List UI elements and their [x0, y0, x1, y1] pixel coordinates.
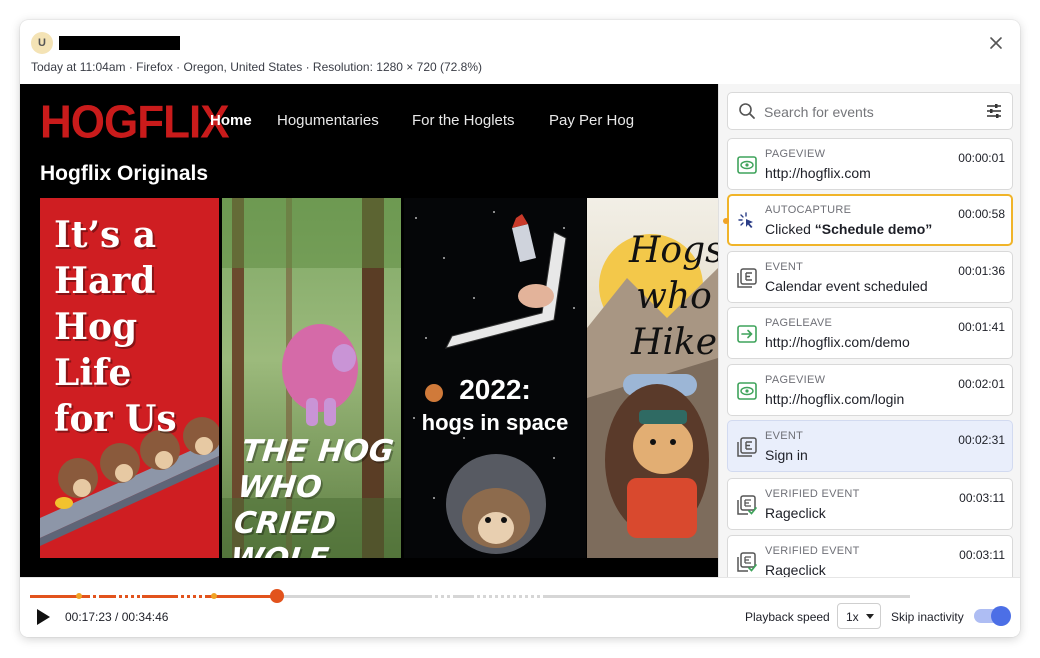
- event-label: http://hogflix.com/demo: [765, 334, 910, 350]
- event-time: 00:00:58: [958, 207, 1005, 221]
- skip-inactivity-toggle[interactable]: [974, 606, 1011, 626]
- event-type: PAGEVIEW: [765, 374, 826, 386]
- redacted-user-name: [59, 36, 180, 50]
- poster-title: Hogs who Hike: [629, 230, 718, 363]
- event-type: EVENT: [765, 430, 804, 442]
- eye-icon: [737, 156, 757, 174]
- playback-speed-select[interactable]: 1x: [837, 603, 881, 629]
- event-item-selected[interactable]: EVENT Sign in 00:02:31: [727, 420, 1013, 472]
- event-label-strong: “Schedule demo”: [814, 221, 933, 237]
- nav-hogumentaries[interactable]: Hogumentaries: [277, 112, 379, 129]
- poster-title: THE HOG WHO CRIED WOLF: [229, 434, 396, 558]
- event-type: VERIFIED EVENT: [765, 488, 860, 500]
- nav-home[interactable]: Home: [210, 112, 252, 129]
- playback-time: 00:17:23 / 00:34:46: [65, 610, 169, 624]
- toggle-thumb: [991, 606, 1011, 626]
- event-label: Clicked “Schedule demo”: [765, 221, 933, 237]
- recording-modal: U Today at 11:04am · Firefox · Oregon, U…: [20, 20, 1020, 637]
- filter-settings-icon[interactable]: [985, 102, 1003, 120]
- page-leave-icon: [737, 325, 757, 343]
- event-label: http://hogflix.com: [765, 165, 871, 181]
- recording-header: U Today at 11:04am · Firefox · Oregon, U…: [20, 20, 1020, 84]
- poster-hogs-in-space[interactable]: 2022: hogs in space: [404, 198, 586, 558]
- search-input[interactable]: [764, 102, 974, 122]
- event-time: 00:03:11: [959, 491, 1005, 505]
- event-item[interactable]: VERIFIED EVENT Rageclick 00:03:11: [727, 478, 1013, 530]
- playback-speed-value: 1x: [846, 610, 859, 624]
- replay-viewport[interactable]: HOGFLIX Home Hogumentaries For the Hogle…: [20, 84, 718, 577]
- skip-inactivity-label: Skip inactivity: [891, 610, 964, 624]
- event-time: 00:01:41: [958, 320, 1005, 334]
- play-icon[interactable]: [35, 608, 51, 626]
- poster-hard-hog-life[interactable]: It’s a Hard Hog Life for Us: [40, 198, 219, 558]
- event-type: AUTOCAPTURE: [765, 204, 852, 216]
- event-label: Calendar event scheduled: [765, 278, 928, 294]
- inactivity-segment: [90, 595, 100, 598]
- session-meta: Today at 11:04am · Firefox · Oregon, Uni…: [31, 60, 483, 74]
- cursor-click-icon: [738, 212, 753, 228]
- verified-event-icon: [737, 552, 757, 572]
- event-item[interactable]: VERIFIED EVENT Rageclick 00:03:11: [727, 535, 1013, 577]
- nav-for-the-hoglets[interactable]: For the Hoglets: [412, 112, 515, 129]
- seek-track[interactable]: [30, 595, 910, 598]
- event-item-current[interactable]: AUTOCAPTURE Clicked “Schedule demo” 00:0…: [727, 194, 1013, 246]
- event-icon: [737, 268, 757, 288]
- inactivity-segment: [178, 595, 208, 598]
- chevron-down-icon: [866, 614, 874, 619]
- verified-event-icon: [737, 495, 757, 515]
- hogflix-logo: HOGFLIX: [40, 96, 230, 149]
- event-item[interactable]: PAGEVIEW http://hogflix.com/login 00:02:…: [727, 364, 1013, 416]
- events-sidebar: PAGEVIEW http://hogflix.com 00:00:01 AUT…: [718, 84, 1020, 577]
- event-label: Rageclick: [765, 562, 826, 577]
- eye-icon: [737, 382, 757, 400]
- event-item[interactable]: PAGEVIEW http://hogflix.com 00:00:01: [727, 138, 1013, 190]
- event-type: PAGEVIEW: [765, 148, 826, 160]
- event-label: http://hogflix.com/login: [765, 391, 905, 407]
- inactivity-segment: [432, 595, 454, 598]
- event-label: Rageclick: [765, 505, 826, 521]
- seek-handle[interactable]: [270, 589, 284, 603]
- event-time: 00:00:01: [958, 151, 1005, 165]
- section-title: Hogflix Originals: [40, 162, 209, 185]
- poster-title: It’s a Hard Hog Life for Us: [54, 214, 177, 440]
- poster-hog-who-cried-wolf[interactable]: THE HOG WHO CRIED WOLF: [222, 198, 401, 558]
- event-marker[interactable]: [211, 593, 217, 599]
- playback-controls: 00:17:23 / 00:34:46 Playback speed 1x Sk…: [20, 577, 1020, 637]
- event-time: 00:01:36: [958, 264, 1005, 278]
- event-item[interactable]: EVENT Calendar event scheduled 00:01:36: [727, 251, 1013, 303]
- event-type: EVENT: [765, 261, 804, 273]
- event-time: 00:03:11: [959, 548, 1005, 562]
- event-type: VERIFIED EVENT: [765, 545, 860, 557]
- close-icon: [990, 37, 1002, 49]
- nav-pay-per-hog[interactable]: Pay Per Hog: [549, 112, 634, 129]
- event-time: 00:02:01: [958, 377, 1005, 391]
- search-icon: [739, 103, 755, 119]
- event-time: 00:02:31: [958, 433, 1005, 447]
- avatar: U: [31, 32, 53, 54]
- seek-progress: [30, 595, 277, 598]
- current-event-marker: [723, 218, 729, 224]
- poster-title-line2: hogs in space: [421, 410, 569, 435]
- poster-title-line1: 2022:: [459, 374, 531, 405]
- inactivity-segment: [474, 595, 546, 598]
- poster-hogs-who-hike[interactable]: Hogs who Hike: [587, 198, 718, 558]
- playback-speed-label: Playback speed: [745, 610, 830, 624]
- event-marker[interactable]: [76, 593, 82, 599]
- inactivity-segment: [116, 595, 142, 598]
- event-label: Sign in: [765, 447, 808, 463]
- close-button[interactable]: [986, 33, 1006, 53]
- event-search[interactable]: [727, 92, 1013, 130]
- event-type: PAGELEAVE: [765, 317, 833, 329]
- event-item[interactable]: PAGELEAVE http://hogflix.com/demo 00:01:…: [727, 307, 1013, 359]
- event-icon: [737, 437, 757, 457]
